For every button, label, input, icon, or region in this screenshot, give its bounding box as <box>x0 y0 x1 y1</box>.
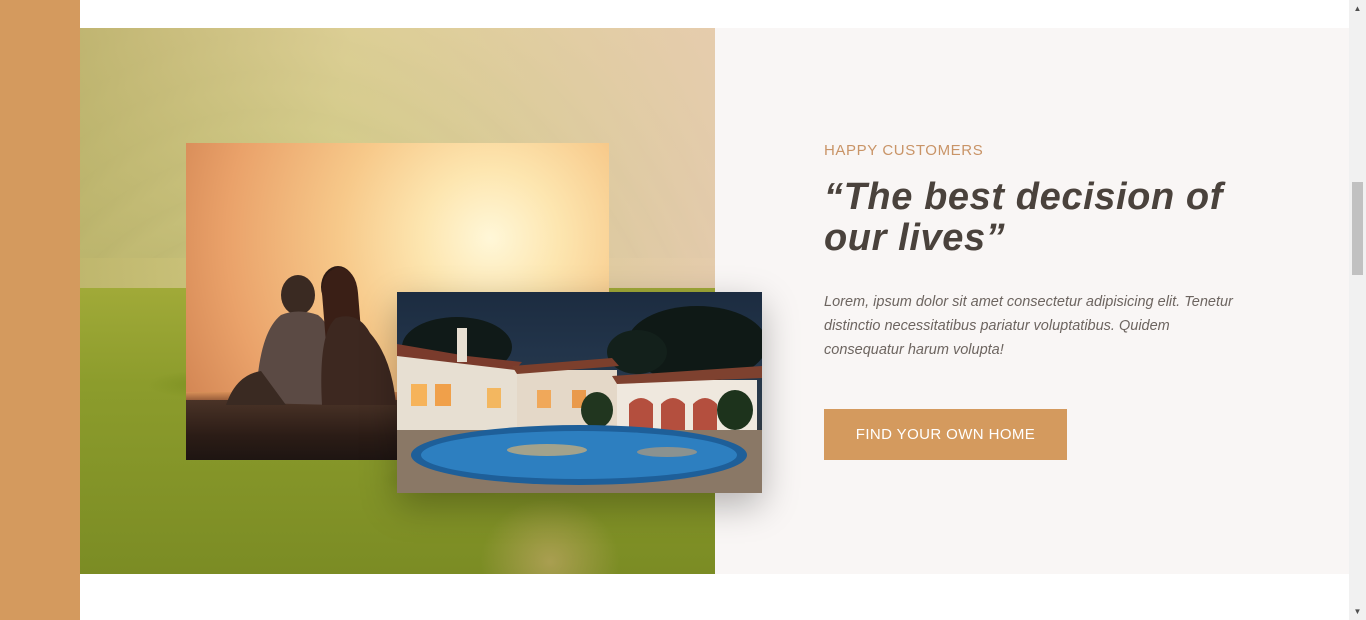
scroll-up-icon[interactable]: ▲ <box>1349 0 1366 17</box>
testimonial-section: HAPPY CUSTOMERS “The best decision of ou… <box>80 28 1349 574</box>
find-home-button[interactable]: FIND YOUR OWN HOME <box>824 409 1067 460</box>
testimonial-text: HAPPY CUSTOMERS “The best decision of ou… <box>824 142 1264 460</box>
testimonial-quote: “The best decision of our lives” <box>824 176 1223 259</box>
scrollbar-thumb[interactable] <box>1352 182 1363 275</box>
scroll-down-icon[interactable]: ▼ <box>1349 603 1366 620</box>
side-accent-bar <box>0 0 80 620</box>
testimonial-body: Lorem, ipsum dolor sit amet consectetur … <box>824 294 1233 358</box>
section-eyebrow: HAPPY CUSTOMERS <box>824 142 984 159</box>
villa-pool-photo <box>397 292 762 493</box>
vertical-scrollbar[interactable]: ▲ ▼ <box>1349 0 1366 620</box>
